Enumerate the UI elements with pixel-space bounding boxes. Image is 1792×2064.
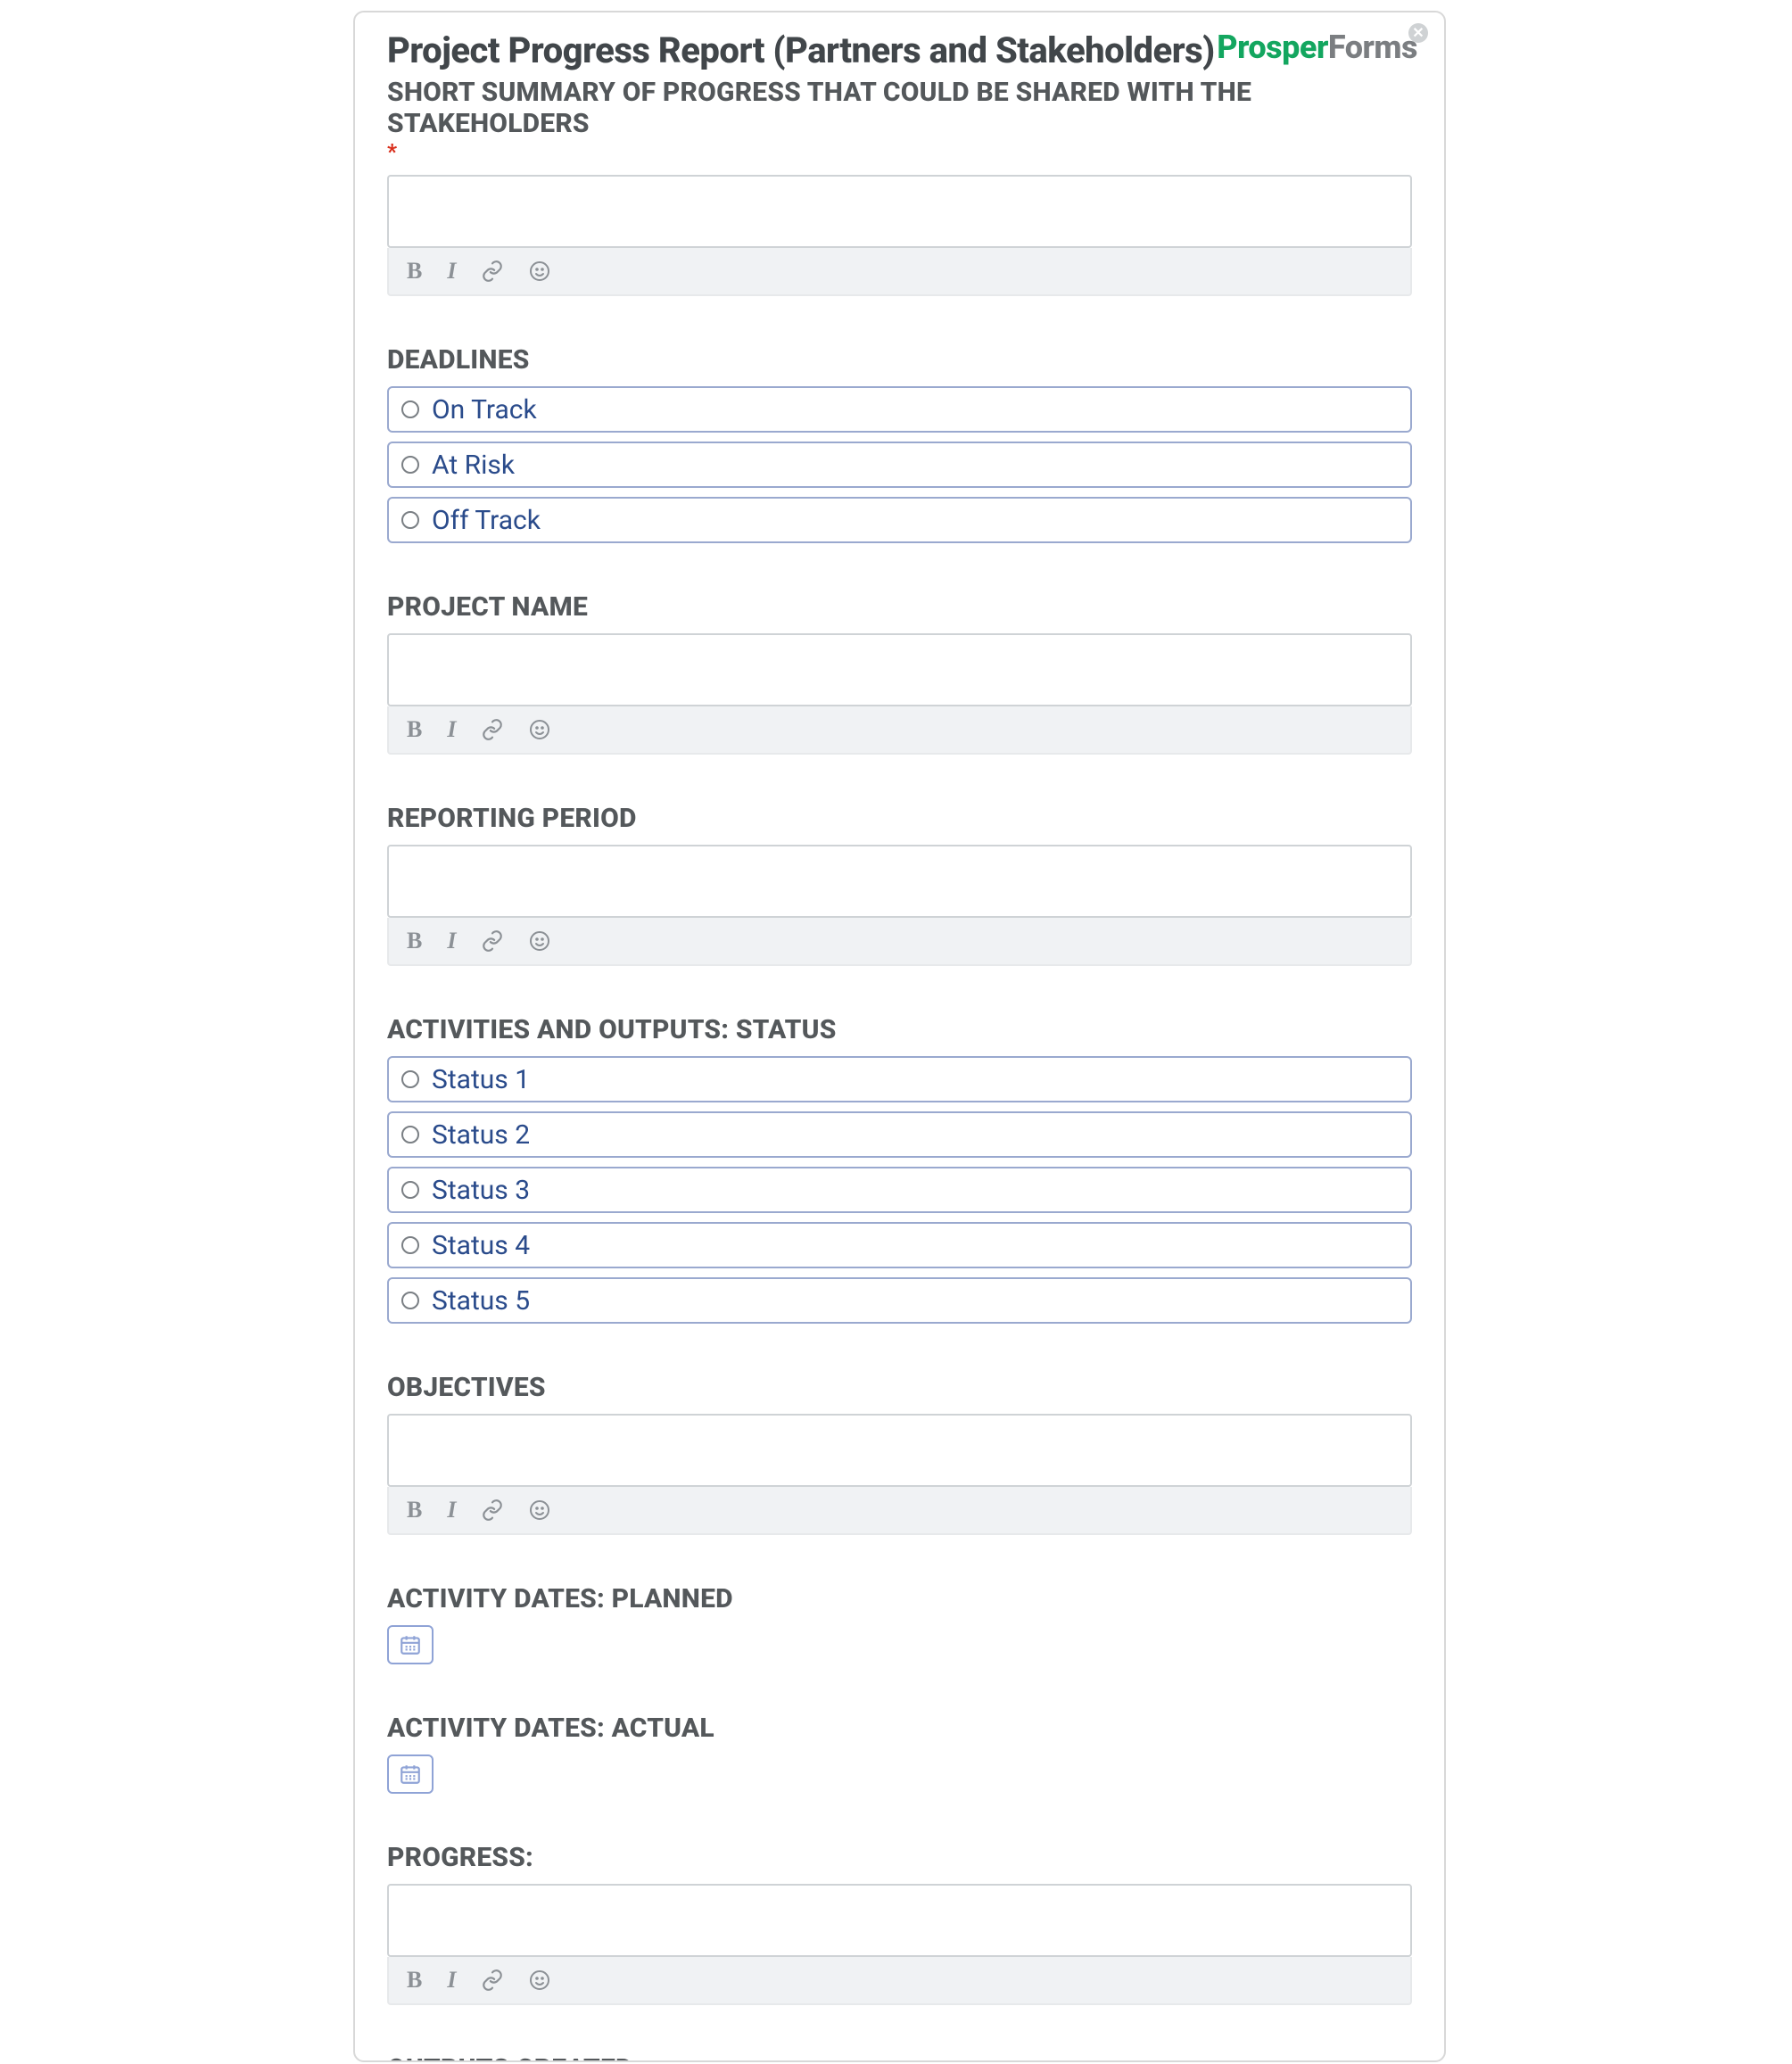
label-deadlines: DEADLINES — [387, 344, 1412, 376]
brand-part2: Forms — [1328, 29, 1417, 66]
progress-input[interactable] — [387, 1884, 1412, 1957]
emoji-icon[interactable] — [529, 1499, 550, 1521]
radio-label: Status 2 — [432, 1119, 530, 1151]
emoji-icon[interactable] — [529, 719, 550, 740]
label-activity-dates-planned: ACTIVITY DATES: PLANNED — [387, 1583, 1412, 1614]
radio-status-1[interactable]: Status 1 — [387, 1056, 1412, 1102]
italic-icon[interactable]: I — [447, 928, 456, 954]
radio-icon — [401, 511, 419, 529]
radio-at-risk[interactable]: At Risk — [387, 442, 1412, 488]
italic-icon[interactable]: I — [447, 716, 456, 743]
label-reporting-period: REPORTING PERIOD — [387, 803, 1412, 834]
objectives-input[interactable] — [387, 1414, 1412, 1487]
italic-icon[interactable]: I — [447, 258, 456, 285]
calendar-icon — [399, 1763, 422, 1786]
radio-label: Status 1 — [432, 1064, 530, 1095]
project-name-toolbar: B I — [387, 706, 1412, 755]
radio-label: Status 5 — [432, 1285, 530, 1317]
label-objectives: OBJECTIVES — [387, 1372, 1412, 1403]
link-icon[interactable] — [481, 1969, 504, 1992]
summary-toolbar: B I — [387, 248, 1412, 296]
label-activity-dates-actual: ACTIVITY DATES: ACTUAL — [387, 1713, 1412, 1744]
label-activities-status: ACTIVITIES AND OUTPUTS: STATUS — [387, 1014, 1412, 1045]
label-progress: PROGRESS: — [387, 1842, 1412, 1873]
bold-icon[interactable]: B — [407, 928, 422, 954]
activities-status-radio-group: Status 1 Status 2 Status 3 Status 4 Stat… — [387, 1056, 1412, 1324]
radio-icon — [401, 1070, 419, 1088]
deadlines-radio-group: On Track At Risk Off Track — [387, 386, 1412, 543]
bold-icon[interactable]: B — [407, 258, 422, 285]
emoji-icon[interactable] — [529, 260, 550, 282]
bold-icon[interactable]: B — [407, 716, 422, 743]
required-mark: * — [387, 139, 1412, 164]
emoji-icon[interactable] — [529, 1969, 550, 1991]
link-icon[interactable] — [481, 929, 504, 953]
summary-input[interactable] — [387, 175, 1412, 248]
radio-icon — [401, 1181, 419, 1199]
reporting-period-input[interactable] — [387, 845, 1412, 918]
radio-icon — [401, 1236, 419, 1254]
form-header: Project Progress Report (Partners and St… — [387, 30, 1412, 71]
brand-logo: ProsperForms — [1217, 29, 1417, 66]
label-project-name: PROJECT NAME — [387, 591, 1412, 623]
radio-icon — [401, 1126, 419, 1143]
radio-label: Off Track — [432, 505, 541, 536]
radio-status-3[interactable]: Status 3 — [387, 1167, 1412, 1213]
reporting-period-toolbar: B I — [387, 918, 1412, 966]
brand-part1: Prosper — [1217, 29, 1328, 66]
date-picker-actual[interactable] — [387, 1754, 434, 1794]
italic-icon[interactable]: I — [447, 1967, 456, 1994]
radio-off-track[interactable]: Off Track — [387, 497, 1412, 543]
link-icon[interactable] — [481, 260, 504, 283]
bold-icon[interactable]: B — [407, 1497, 422, 1523]
project-name-input[interactable] — [387, 633, 1412, 706]
italic-icon[interactable]: I — [447, 1497, 456, 1523]
calendar-icon — [399, 1633, 422, 1656]
link-icon[interactable] — [481, 718, 504, 741]
radio-icon — [401, 456, 419, 474]
radio-icon — [401, 1292, 419, 1309]
radio-label: Status 3 — [432, 1175, 530, 1206]
label-outputs-created: OUTPUTS CREATED: — [387, 2053, 1412, 2062]
label-summary: SHORT SUMMARY OF PROGRESS THAT COULD BE … — [387, 77, 1412, 139]
radio-status-5[interactable]: Status 5 — [387, 1277, 1412, 1324]
close-icon[interactable]: ✕ — [1408, 23, 1428, 43]
link-icon[interactable] — [481, 1498, 504, 1522]
date-picker-planned[interactable] — [387, 1625, 434, 1664]
bold-icon[interactable]: B — [407, 1967, 422, 1994]
emoji-icon[interactable] — [529, 930, 550, 952]
progress-toolbar: B I — [387, 1957, 1412, 2005]
form-panel: Project Progress Report (Partners and St… — [353, 11, 1446, 2062]
radio-status-2[interactable]: Status 2 — [387, 1111, 1412, 1158]
objectives-toolbar: B I — [387, 1487, 1412, 1535]
radio-label: Status 4 — [432, 1230, 530, 1261]
radio-on-track[interactable]: On Track — [387, 386, 1412, 433]
radio-icon — [401, 400, 419, 418]
radio-label: On Track — [432, 394, 537, 425]
radio-status-4[interactable]: Status 4 — [387, 1222, 1412, 1268]
radio-label: At Risk — [432, 450, 515, 481]
